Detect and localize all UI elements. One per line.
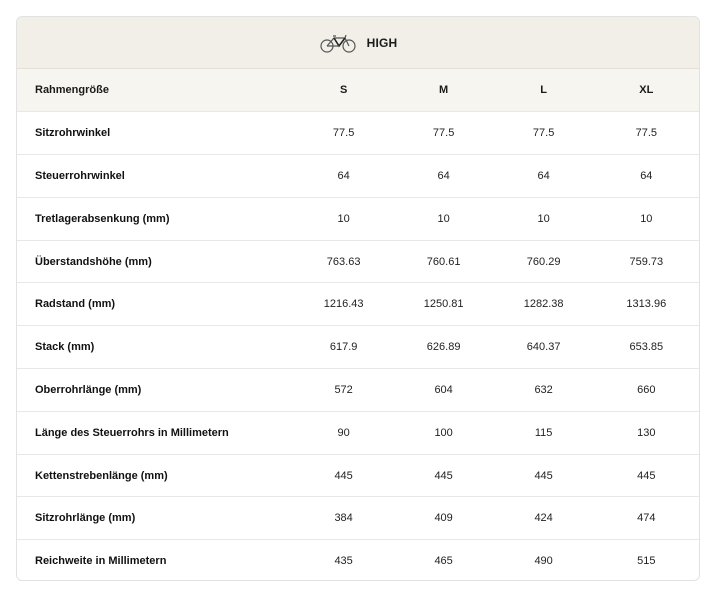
cell-value: 1250.81: [423, 298, 464, 311]
bicycle-icon: [319, 33, 357, 53]
cell-value: 409: [434, 512, 453, 525]
cell-value: 1282.38: [523, 298, 564, 311]
cell-value: 632: [534, 383, 553, 396]
table-row: Steuerrohrwinkel 64 64 64 64: [17, 154, 699, 198]
table-row: Sitzrohrlänge (mm) 384 409 424 474: [17, 496, 699, 540]
cell-value: 77.5: [432, 127, 455, 140]
cell-value: 435: [334, 555, 353, 568]
cell-value: 424: [534, 512, 553, 525]
cell-value: 1216.43: [323, 298, 364, 311]
table-row: Stack (mm) 617.9 626.89 640.37 653.85: [17, 325, 699, 369]
cell-value: 759.73: [629, 255, 664, 268]
cell-value: 445: [334, 469, 353, 482]
row-label: Länge des Steuerrohrs in Millimetern: [35, 426, 229, 439]
cell-value: 64: [337, 169, 350, 182]
cell-value: 64: [437, 169, 450, 182]
model-title: HIGH: [366, 35, 398, 50]
cell-value: 384: [334, 512, 353, 525]
cell-value: 445: [637, 469, 656, 482]
cell-value: 130: [637, 426, 656, 439]
row-label: Stack (mm): [35, 341, 95, 354]
table-row: Überstandshöhe (mm) 763.63 760.61 760.29…: [17, 240, 699, 283]
table-header-bar: HIGH: [17, 17, 699, 69]
cell-value: 77.5: [532, 127, 555, 140]
row-label: Sitzrohrwinkel: [35, 127, 111, 140]
cell-value: 515: [637, 555, 656, 568]
cell-value: 640.37: [526, 341, 561, 354]
row-label: Kettenstrebenlänge (mm): [35, 469, 168, 482]
cell-value: 10: [437, 212, 450, 225]
size-header-m: M: [439, 84, 449, 97]
table-row: Sitzrohrwinkel 77.5 77.5 77.5 77.5: [17, 111, 699, 155]
table-row: Tretlagerabsenkung (mm) 10 10 10 10: [17, 197, 699, 240]
cell-value: 77.5: [332, 127, 355, 140]
cell-value: 10: [337, 212, 350, 225]
cell-value: 64: [640, 169, 653, 182]
size-header-xl: XL: [639, 84, 654, 97]
cell-value: 1313.96: [626, 298, 667, 311]
cell-value: 115: [534, 426, 553, 439]
row-label: Reichweite in Millimetern: [35, 555, 167, 568]
frame-size-header: Rahmengröße: [35, 84, 109, 97]
size-header-l: L: [540, 84, 547, 97]
cell-value: 465: [434, 555, 453, 568]
cell-value: 90: [337, 426, 350, 439]
row-label: Radstand (mm): [35, 298, 116, 311]
cell-value: 77.5: [635, 127, 658, 140]
cell-value: 474: [637, 512, 656, 525]
table-row: Kettenstrebenlänge (mm) 445 445 445 445: [17, 454, 699, 497]
geometry-table-card: HIGH Rahmengröße S M L XL Sitzrohrwinkel…: [16, 16, 700, 581]
cell-value: 445: [534, 469, 553, 482]
size-header-s: S: [339, 84, 348, 97]
cell-value: 604: [434, 383, 453, 396]
geometry-table: Rahmengröße S M L XL Sitzrohrwinkel 77.5…: [17, 69, 699, 580]
cell-value: 660: [637, 383, 656, 396]
row-label: Überstandshöhe (mm): [35, 255, 152, 268]
table-header-row: Rahmengröße S M L XL: [17, 69, 699, 112]
table-row: Reichweite in Millimetern 435 465 490 51…: [17, 539, 699, 580]
cell-value: 10: [537, 212, 550, 225]
cell-value: 617.9: [329, 341, 358, 354]
cell-value: 64: [537, 169, 550, 182]
cell-value: 763.63: [326, 255, 361, 268]
cell-value: 100: [434, 426, 453, 439]
cell-value: 653.85: [629, 341, 664, 354]
cell-value: 490: [534, 555, 553, 568]
table-row: Oberrohrlänge (mm) 572 604 632 660: [17, 368, 699, 412]
cell-value: 445: [434, 469, 453, 482]
cell-value: 626.89: [426, 341, 461, 354]
row-label: Tretlagerabsenkung (mm): [35, 212, 170, 225]
row-label: Steuerrohrwinkel: [35, 169, 125, 182]
cell-value: 572: [334, 383, 353, 396]
table-row: Länge des Steuerrohrs in Millimetern 90 …: [17, 411, 699, 454]
row-label: Sitzrohrlänge (mm): [35, 512, 136, 525]
table-row: Radstand (mm) 1216.43 1250.81 1282.38 13…: [17, 282, 699, 326]
row-label: Oberrohrlänge (mm): [35, 383, 142, 396]
cell-value: 10: [640, 212, 653, 225]
cell-value: 760.29: [526, 255, 561, 268]
cell-value: 760.61: [426, 255, 461, 268]
